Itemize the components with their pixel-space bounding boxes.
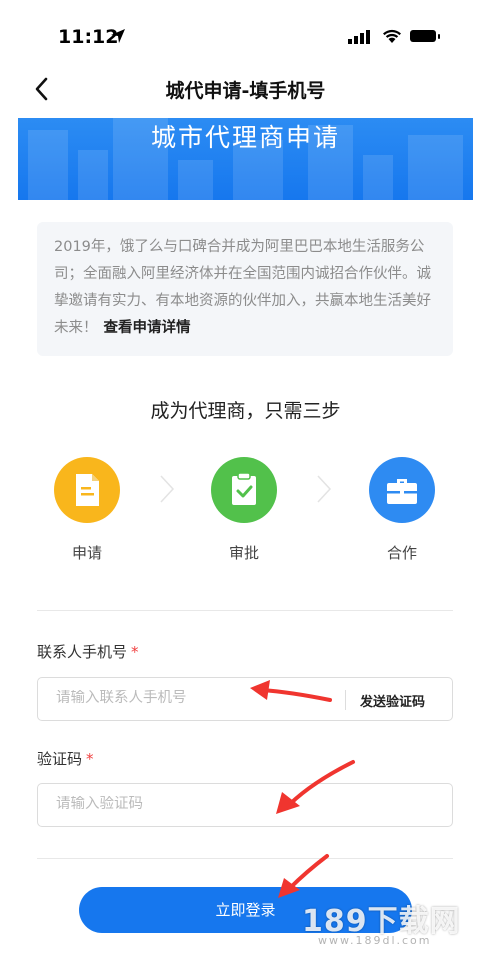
annotation-arrow-icon <box>250 680 332 702</box>
required-mark: * <box>86 750 94 768</box>
steps-title: 成为代理商，只需三步 <box>150 400 341 422</box>
location-arrow-icon <box>111 29 125 43</box>
wifi-icon <box>383 29 401 43</box>
step-label-review: 审批 <box>228 544 259 562</box>
divider <box>37 610 453 611</box>
phone-label-text: 联系人手机号 <box>37 643 128 661</box>
code-label: 验证码 * <box>37 748 94 769</box>
step-chevron-icon <box>160 475 175 503</box>
nav-bar: 城代申请-填手机号 <box>0 70 491 110</box>
code-label-text: 验证码 <box>37 750 83 768</box>
required-mark: * <box>131 643 139 661</box>
status-bar: 11:12 <box>0 0 491 70</box>
view-details-link[interactable]: 查看申请详情 <box>104 320 191 336</box>
clipboard-check-icon <box>232 472 256 505</box>
phone-label: 联系人手机号 * <box>37 641 139 662</box>
step-chevron-icon <box>317 475 332 503</box>
step-label-apply: 申请 <box>71 544 102 562</box>
step-label-cooperate: 合作 <box>386 544 417 562</box>
briefcase-icon <box>387 479 417 504</box>
step-cooperate-circle <box>369 457 435 523</box>
code-field <box>37 783 453 827</box>
page-title: 城代申请-填手机号 <box>165 80 326 102</box>
banner-title: 城市代理商申请 <box>150 123 340 152</box>
step-review-circle <box>211 457 277 523</box>
watermark-url: www.189dl.com <box>318 934 432 947</box>
send-code-divider <box>345 690 346 710</box>
step-apply-circle <box>54 457 120 523</box>
send-code-button[interactable]: 发送验证码 <box>360 691 425 710</box>
banner: 城市代理商申请 <box>18 118 473 200</box>
document-icon <box>76 474 99 506</box>
intro-card: 2019年，饿了么与口碑合并成为阿里巴巴本地生活服务公司；全面融入阿里经济体并在… <box>37 222 453 356</box>
annotation-arrow-icon <box>276 760 355 814</box>
annotation-arrow-icon <box>278 854 329 898</box>
divider <box>37 858 453 859</box>
cellular-signal-icon <box>348 30 370 44</box>
battery-icon <box>410 30 440 42</box>
